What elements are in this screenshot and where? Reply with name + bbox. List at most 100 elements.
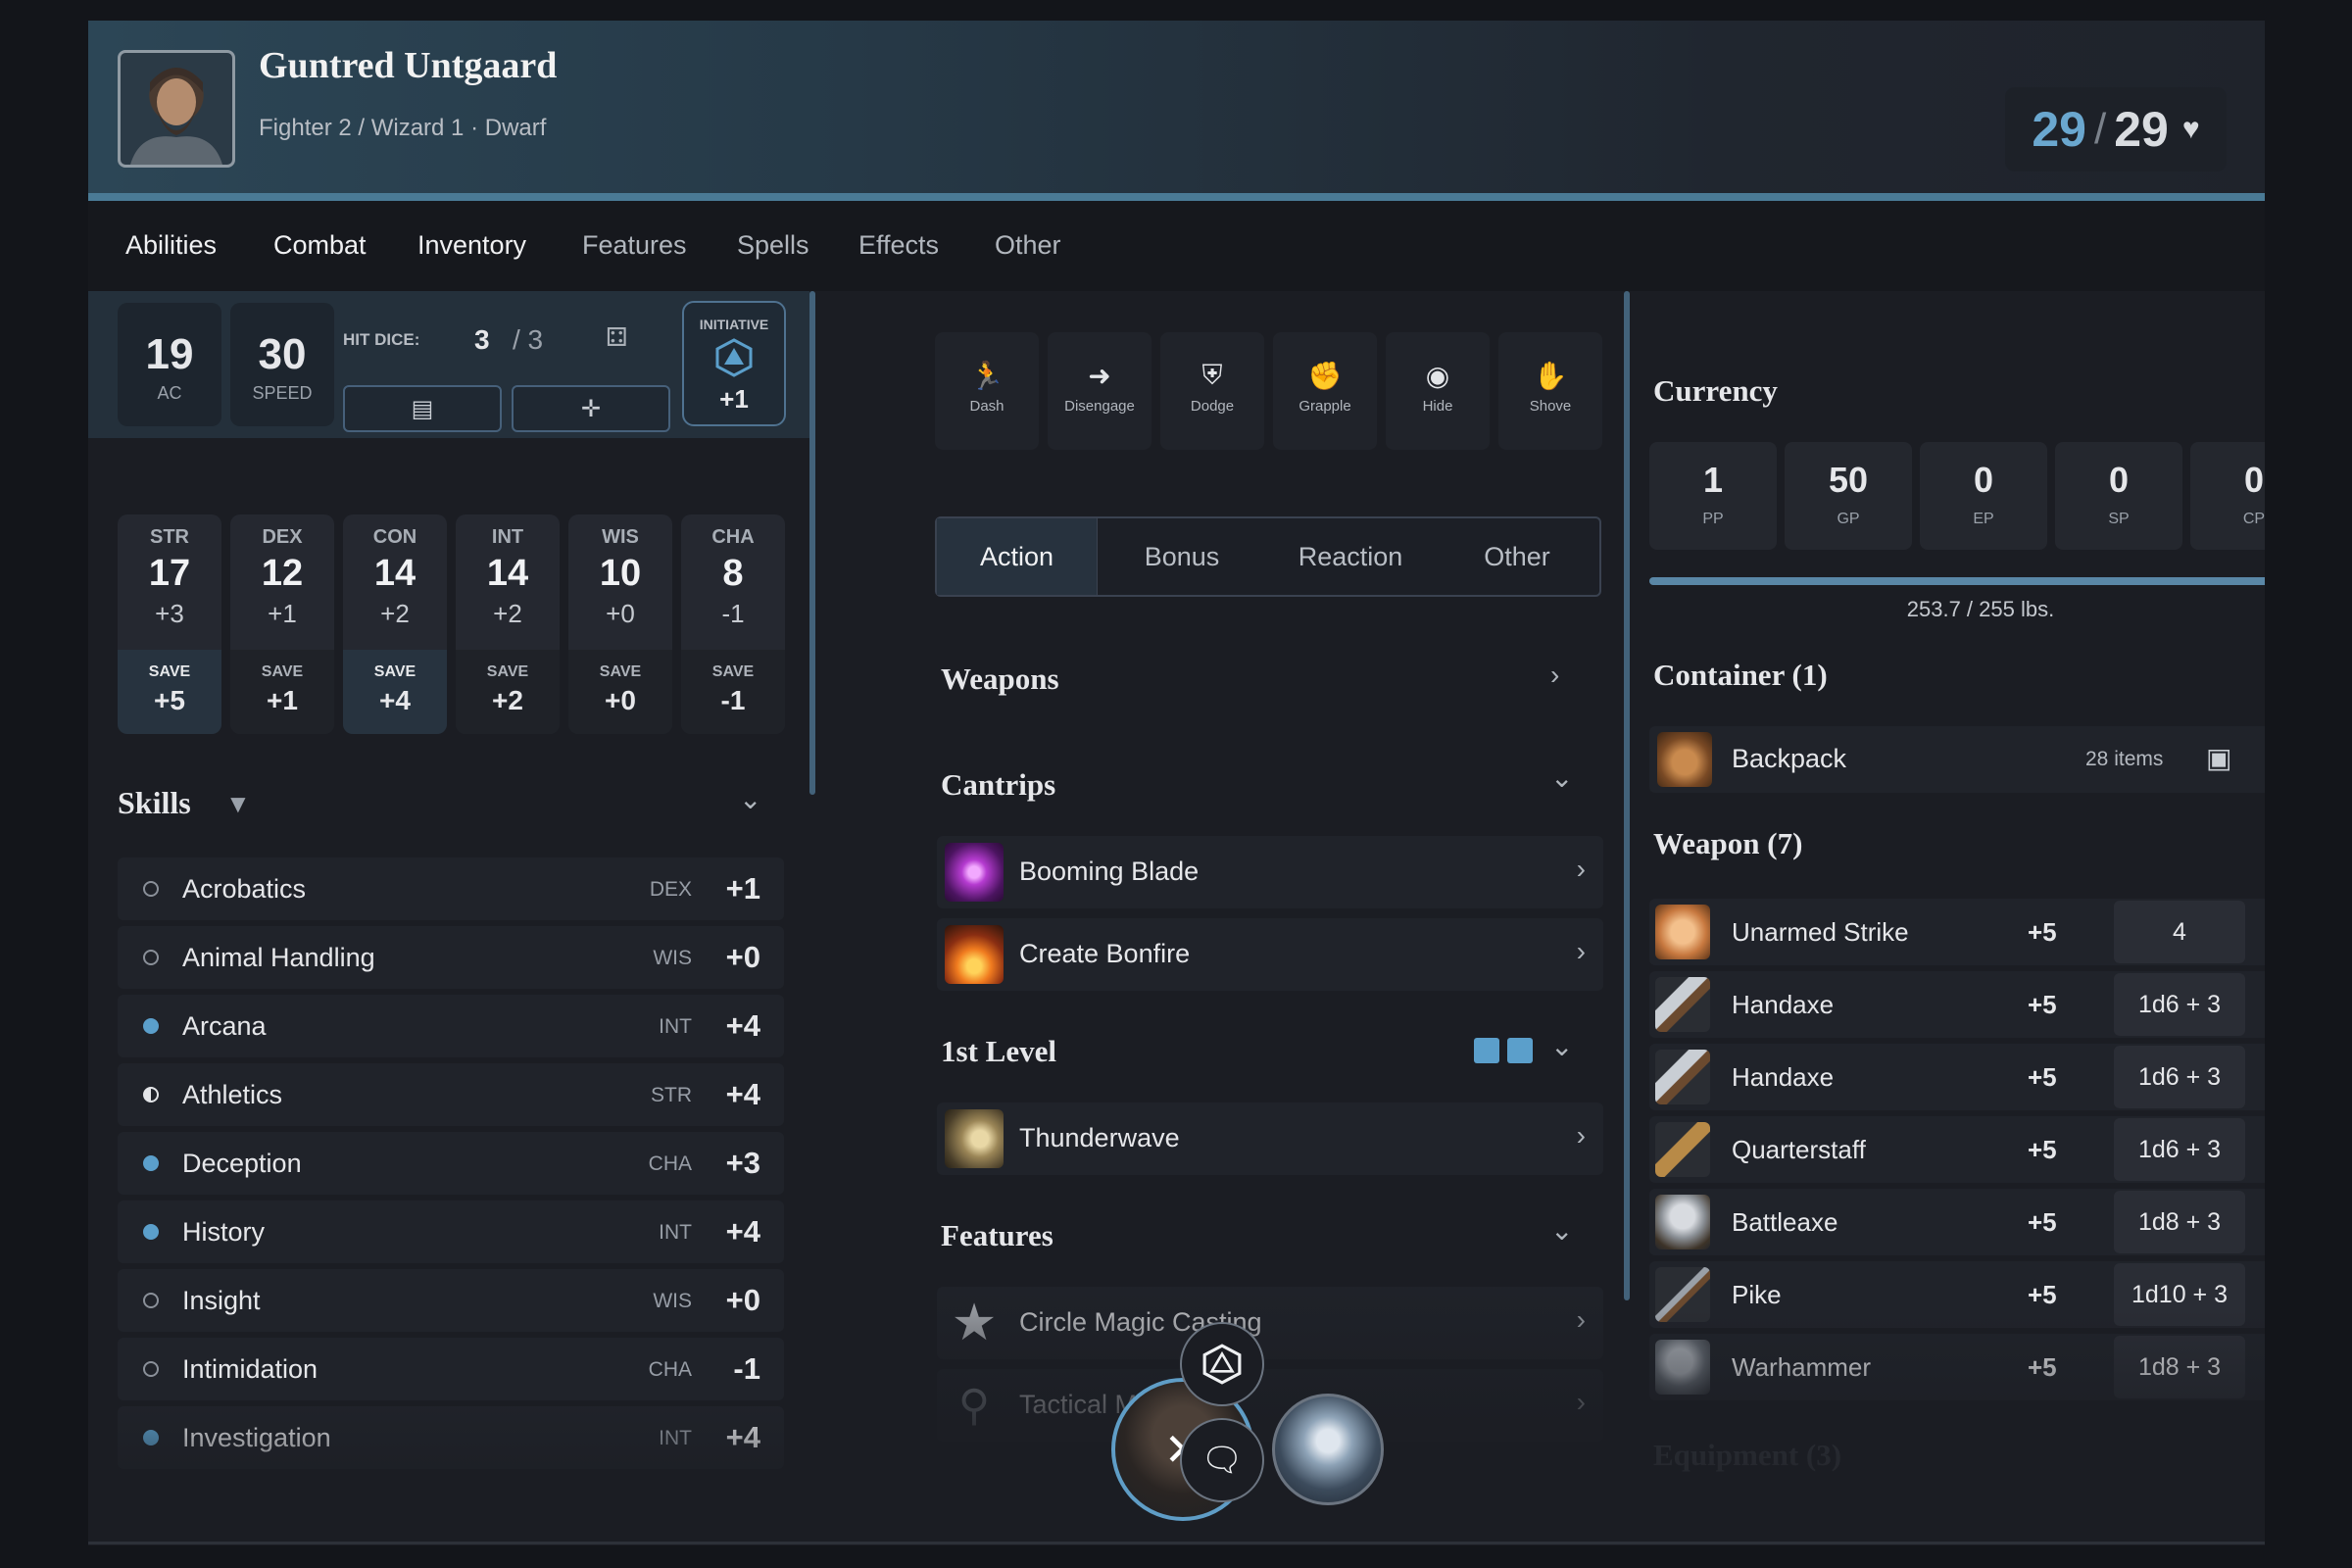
action-type-reaction[interactable]: Reaction [1266, 518, 1435, 595]
currency-ep[interactable]: 0 EP [1920, 442, 2047, 550]
attack-bonus[interactable]: +5 [2028, 917, 2057, 948]
spell-slot[interactable] [1474, 1038, 1499, 1063]
ability-card-con[interactable]: CON 14 +2 SAVE +4 [343, 514, 447, 734]
skill-row[interactable]: Deception CHA +3 [118, 1132, 784, 1195]
coin-amount: 0 [2108, 460, 2130, 500]
saving-throw[interactable]: SAVE +1 [230, 650, 334, 734]
attack-bonus[interactable]: +5 [2028, 1280, 2057, 1310]
chevron-right-icon[interactable]: › [1550, 660, 1559, 691]
cantrips-section-title[interactable]: Cantrips [941, 767, 1055, 803]
weapon-row[interactable]: Handaxe+51d6 + 3⛨ [1649, 1044, 2265, 1110]
saving-throw[interactable]: SAVE +5 [118, 650, 221, 734]
speed[interactable]: 30 SPEED [230, 303, 334, 426]
ability-card-cha[interactable]: CHA 8 -1 SAVE -1 [681, 514, 785, 734]
weapon-row[interactable]: Battleaxe+51d8 + 3⛨ [1649, 1189, 2265, 1255]
initiative[interactable]: INITIATIVE +1 [682, 301, 786, 426]
action-dash-button[interactable]: 🏃 Dash [935, 332, 1039, 450]
ability-card-str[interactable]: STR 17 +3 SAVE +5 [118, 514, 221, 734]
party-member-portrait[interactable] [1272, 1394, 1384, 1505]
character-avatar[interactable] [118, 50, 235, 168]
skill-row[interactable]: Athletics STR +4 [118, 1063, 784, 1126]
damage-roll[interactable]: 1d6 + 3 [2114, 1046, 2245, 1108]
action-type-bonus[interactable]: Bonus [1098, 518, 1266, 595]
damage-roll[interactable]: 1d8 + 3 [2114, 1191, 2245, 1253]
chevron-down-icon[interactable]: ⌄ [1550, 761, 1573, 794]
tab-features[interactable]: Features [582, 230, 687, 261]
spell-row[interactable]: Create Bonfire › [937, 918, 1603, 991]
action-dodge-button[interactable]: ⛨ Dodge [1160, 332, 1264, 450]
chevron-down-icon[interactable]: ⌄ [1550, 1030, 1573, 1062]
container-row[interactable]: Backpack 28 items ▣ › [1649, 726, 2265, 793]
currency-gp[interactable]: 50 GP [1785, 442, 1912, 550]
box-open-icon[interactable]: ▣ [2206, 742, 2231, 774]
tab-inventory[interactable]: Inventory [417, 230, 526, 261]
attack-bonus[interactable]: +5 [2028, 1062, 2057, 1093]
action-disengage-button[interactable]: ➜ Disengage [1048, 332, 1152, 450]
tab-other[interactable]: Other [995, 230, 1061, 261]
skill-row[interactable]: Insight WIS +0 [118, 1269, 784, 1332]
features-section-title[interactable]: Features [941, 1218, 1054, 1253]
chat-button[interactable]: 🗨 [1180, 1418, 1264, 1502]
damage-roll[interactable]: 4 [2114, 901, 2245, 963]
skill-row[interactable]: Acrobatics DEX +1 [118, 858, 784, 920]
tab-spells[interactable]: Spells [737, 230, 809, 261]
action-shove-button[interactable]: ✋ Shove [1498, 332, 1602, 450]
attack-bonus[interactable]: +5 [2028, 1352, 2057, 1383]
weapon-row[interactable]: Warhammer+51d8 + 3⛨ [1649, 1334, 2265, 1400]
filter-icon[interactable]: ▼ [225, 789, 251, 819]
weapon-row[interactable]: Pike+51d10 + 3⛨ [1649, 1261, 2265, 1328]
hit-points[interactable]: 29 / 29 ♥ [2005, 87, 2227, 172]
long-rest-button[interactable]: ▤ [343, 385, 502, 432]
weapon-title[interactable]: Weapon (7) [1653, 826, 1802, 861]
level1-section-title[interactable]: 1st Level [941, 1034, 1056, 1069]
currency-cp[interactable]: 0 CP [2190, 442, 2265, 550]
dice-roller-button[interactable] [1180, 1322, 1264, 1406]
armor-class[interactable]: 19 AC [118, 303, 221, 426]
feature-row[interactable]: ⚲ Tactical Mind › [937, 1369, 1603, 1442]
container-title[interactable]: Container (1) [1653, 658, 1828, 693]
attack-bonus[interactable]: +5 [2028, 990, 2057, 1020]
weapons-section-title[interactable]: Weapons [941, 662, 1059, 697]
ability-card-dex[interactable]: DEX 12 +1 SAVE +1 [230, 514, 334, 734]
saving-throw[interactable]: SAVE +0 [568, 650, 672, 734]
attack-bonus[interactable]: +5 [2028, 1135, 2057, 1165]
saving-throw[interactable]: SAVE +4 [343, 650, 447, 734]
saving-throw[interactable]: SAVE +2 [456, 650, 560, 734]
tab-combat[interactable]: Combat [273, 230, 367, 261]
feature-row[interactable]: ★ Circle Magic Casting › [937, 1287, 1603, 1359]
skill-row[interactable]: Intimidation CHA -1 [118, 1338, 784, 1400]
damage-roll[interactable]: 1d10 + 3 [2114, 1263, 2245, 1326]
damage-roll[interactable]: 1d6 + 3 [2114, 1118, 2245, 1181]
action-grapple-button[interactable]: ✊ Grapple [1273, 332, 1377, 450]
skill-row[interactable]: Investigation INT +4 [118, 1406, 784, 1469]
tab-effects[interactable]: Effects [858, 230, 939, 261]
damage-roll[interactable]: 1d8 + 3 [2114, 1336, 2245, 1398]
ability-card-wis[interactable]: WIS 10 +0 SAVE +0 [568, 514, 672, 734]
weapon-row[interactable]: Unarmed Strike+54⛨ [1649, 899, 2265, 965]
skill-row[interactable]: Animal Handling WIS +0 [118, 926, 784, 989]
chevron-down-icon[interactable]: ⌄ [739, 783, 761, 815]
spell-slot[interactable] [1507, 1038, 1533, 1063]
chevron-down-icon[interactable]: ⌄ [1550, 1214, 1573, 1247]
damage-roll[interactable]: 1d6 + 3 [2114, 973, 2245, 1036]
currency-pp[interactable]: 1 PP [1649, 442, 1777, 550]
dice-icon[interactable]: ⚃ [606, 322, 628, 353]
ability-card-int[interactable]: INT 14 +2 SAVE +2 [456, 514, 560, 734]
action-type-action[interactable]: Action [937, 518, 1098, 595]
coin-label: SP [2108, 511, 2130, 527]
weapon-row[interactable]: Handaxe+51d6 + 3⛨ [1649, 971, 2265, 1038]
tab-abilities[interactable]: Abilities [125, 230, 217, 261]
currency-sp[interactable]: 0 SP [2055, 442, 2182, 550]
action-hide-button[interactable]: ◉ Hide [1386, 332, 1490, 450]
weapon-row[interactable]: Quarterstaff+51d6 + 3⛨ [1649, 1116, 2265, 1183]
currency-title[interactable]: Currency [1653, 373, 1778, 409]
action-type-other[interactable]: Other [1435, 518, 1599, 595]
skill-row[interactable]: Arcana INT +4 [118, 995, 784, 1057]
saving-throw[interactable]: SAVE -1 [681, 650, 785, 734]
skill-row[interactable]: History INT +4 [118, 1200, 784, 1263]
spell-row[interactable]: Booming Blade › [937, 836, 1603, 908]
attack-bonus[interactable]: +5 [2028, 1207, 2057, 1238]
equipment-title[interactable]: Equipment (3) [1653, 1438, 1841, 1473]
short-rest-button[interactable]: ✛ [512, 385, 670, 432]
spell-row[interactable]: Thunderwave › [937, 1102, 1603, 1175]
